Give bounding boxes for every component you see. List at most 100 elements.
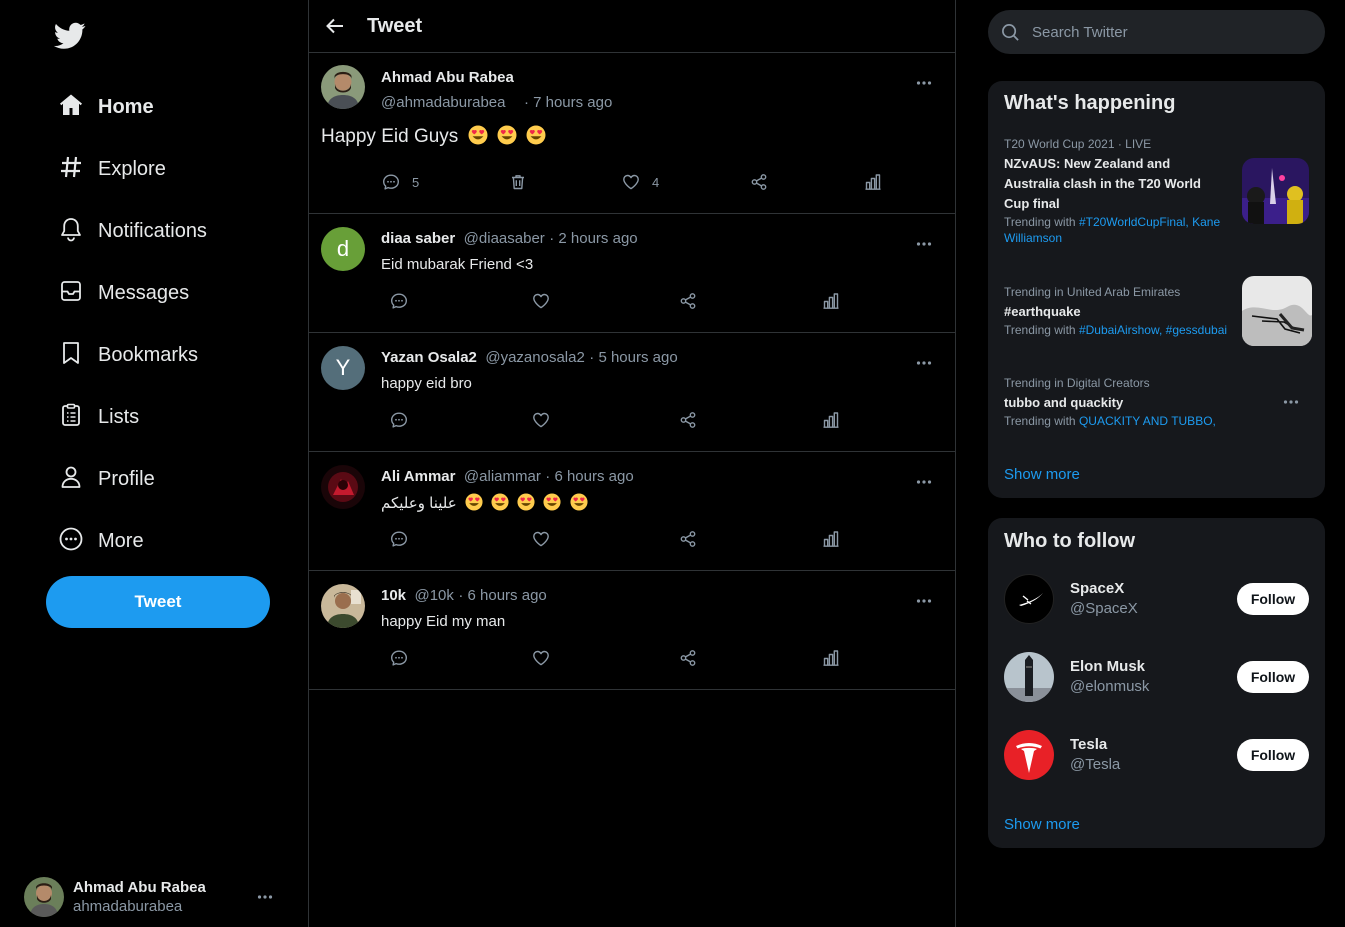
main-tweet[interactable]: Ahmad Abu Rabea @ahmadaburabea · 7 hours…	[309, 53, 955, 214]
reply-timestamp[interactable]: · 6 hours ago	[545, 468, 633, 485]
tweet-author-name[interactable]: Ahmad Abu Rabea	[381, 69, 514, 86]
twitter-logo-icon[interactable]	[53, 22, 86, 50]
nav-item-profile[interactable]: Profile	[58, 459, 155, 499]
search-box[interactable]	[988, 10, 1325, 54]
share-button[interactable]	[679, 292, 697, 310]
tesla-avatar[interactable]	[1004, 730, 1054, 780]
reply-button[interactable]	[390, 411, 408, 429]
reply-tweet[interactable]: 10k @10k · 6 hours ago happy Eid my man	[309, 571, 955, 690]
search-input[interactable]	[1032, 23, 1302, 41]
tweet-timestamp[interactable]: · 7 hours ago	[524, 94, 612, 111]
reply-timestamp[interactable]: · 2 hours ago	[549, 230, 637, 247]
reply-more-icon[interactable]	[915, 592, 933, 610]
nav-item-messages[interactable]: Messages	[58, 273, 189, 313]
trend-item[interactable]: Trending in Digital Creators tubbo and q…	[1004, 376, 1234, 429]
analytics-button[interactable]	[822, 411, 840, 429]
follow-suggestion[interactable]: Elon Musk @elonmusk Follow	[1004, 652, 1309, 702]
nav-item-notifications[interactable]: Notifications	[58, 211, 207, 251]
follow-name[interactable]: Elon Musk	[1070, 658, 1145, 675]
like-button[interactable]	[532, 649, 550, 667]
heart-icon	[532, 530, 550, 548]
avatar[interactable]	[321, 465, 365, 509]
avatar[interactable]	[321, 65, 365, 109]
trend-image-t20[interactable]	[1242, 158, 1309, 224]
reply-more-icon[interactable]	[915, 354, 933, 372]
reply-tweet[interactable]: d diaa saber @diaasaber · 2 hours ago Ei…	[309, 214, 955, 333]
analytics-button[interactable]	[822, 530, 840, 548]
reply-button[interactable]	[390, 530, 408, 548]
share-button[interactable]	[679, 649, 697, 667]
trend-image-earthquake[interactable]	[1242, 276, 1312, 346]
reply-timestamp[interactable]: · 5 hours ago	[589, 349, 677, 366]
nav-item-more[interactable]: More	[58, 521, 144, 561]
reply-more-icon[interactable]	[915, 473, 933, 491]
like-button[interactable]	[532, 292, 550, 310]
reply-icon	[390, 530, 408, 548]
analytics-button[interactable]	[864, 173, 882, 191]
nav-item-home[interactable]: Home	[58, 87, 154, 127]
follow-name[interactable]: Tesla	[1070, 736, 1107, 753]
follow-handle[interactable]: @SpaceX	[1070, 600, 1138, 617]
show-more-link[interactable]: Show more	[1004, 816, 1080, 833]
reply-button[interactable]: 5	[382, 173, 419, 191]
follow-button[interactable]: Follow	[1237, 739, 1309, 771]
reply-author-name[interactable]: 10k	[381, 587, 406, 604]
trend-item[interactable]: Trending in United Arab Emirates #earthq…	[1004, 285, 1234, 338]
trend-more-icon[interactable]	[1282, 393, 1300, 411]
analytics-button[interactable]	[822, 649, 840, 667]
avatar[interactable]: Y	[321, 346, 365, 390]
nav-label-profile: Profile	[98, 467, 155, 490]
share-button[interactable]	[750, 173, 768, 191]
follow-button[interactable]: Follow	[1237, 583, 1309, 615]
trend-tags[interactable]: #T20WorldCupFinal, Kane	[1079, 215, 1220, 229]
nav-item-lists[interactable]: Lists	[58, 397, 139, 437]
nav-item-bookmarks[interactable]: Bookmarks	[58, 335, 198, 375]
follow-handle[interactable]: @Tesla	[1070, 756, 1120, 773]
nav-item-explore[interactable]: Explore	[58, 149, 166, 189]
reply-timestamp[interactable]: · 6 hours ago	[458, 587, 546, 604]
reply-tweet[interactable]: Ali Ammar @aliammar · 6 hours ago علينا …	[309, 452, 955, 571]
spacex-avatar[interactable]	[1004, 574, 1054, 624]
avatar[interactable]: d	[321, 227, 365, 271]
trend-tags[interactable]: #DubaiAirshow, #gessdubai	[1079, 323, 1227, 337]
trend-item[interactable]: T20 World Cup 2021 · LIVE NZvAUS: New Ze…	[1004, 137, 1234, 246]
analytics-button[interactable]	[822, 292, 840, 310]
reply-button[interactable]	[390, 649, 408, 667]
back-arrow-icon[interactable]	[323, 14, 347, 38]
heart-eyes-emoji-icon	[526, 125, 546, 145]
reply-tweet[interactable]: Y Yazan Osala2 @yazanosala2 · 5 hours ag…	[309, 333, 955, 452]
reply-button[interactable]	[390, 292, 408, 310]
share-button[interactable]	[679, 411, 697, 429]
trend-tags[interactable]: Williamson	[1004, 231, 1062, 245]
reply-author-name[interactable]: diaa saber	[381, 230, 455, 247]
reply-author-name[interactable]: Yazan Osala2	[381, 349, 477, 366]
reply-more-icon[interactable]	[915, 235, 933, 253]
reply-icon	[390, 411, 408, 429]
avatar[interactable]	[321, 584, 365, 628]
like-button[interactable]	[532, 530, 550, 548]
follow-suggestion[interactable]: Tesla @Tesla Follow	[1004, 730, 1309, 780]
reply-author-handle[interactable]: @aliammar	[464, 468, 541, 485]
follow-suggestion[interactable]: SpaceX @SpaceX Follow	[1004, 574, 1309, 624]
delete-button[interactable]	[509, 173, 527, 191]
like-button[interactable]	[532, 411, 550, 429]
tweet-button[interactable]: Tweet	[46, 576, 270, 628]
reply-author-handle[interactable]: @yazanosala2	[485, 349, 584, 366]
tweet-more-icon[interactable]	[915, 74, 933, 92]
share-button[interactable]	[679, 530, 697, 548]
trend-tags[interactable]: QUACKITY AND TUBBO,	[1079, 414, 1216, 428]
like-button[interactable]: 4	[622, 173, 659, 191]
follow-name[interactable]: SpaceX	[1070, 580, 1124, 597]
elon-musk-avatar[interactable]	[1004, 652, 1054, 702]
reply-author-handle[interactable]: @diaasaber	[464, 230, 545, 247]
account-more-icon[interactable]	[256, 888, 274, 906]
follow-button[interactable]: Follow	[1237, 661, 1309, 693]
account-switcher[interactable]: Ahmad Abu Rabea ahmadaburabea	[24, 876, 284, 918]
reply-author-handle[interactable]: @10k	[414, 587, 453, 604]
account-handle: ahmadaburabea	[73, 898, 183, 915]
tweet-author-handle[interactable]: @ahmadaburabea	[381, 94, 505, 111]
tweet-text: Happy Eid Guys	[321, 126, 459, 147]
follow-handle[interactable]: @elonmusk	[1070, 678, 1149, 695]
reply-author-name[interactable]: Ali Ammar	[381, 468, 455, 485]
show-more-link[interactable]: Show more	[1004, 466, 1080, 483]
